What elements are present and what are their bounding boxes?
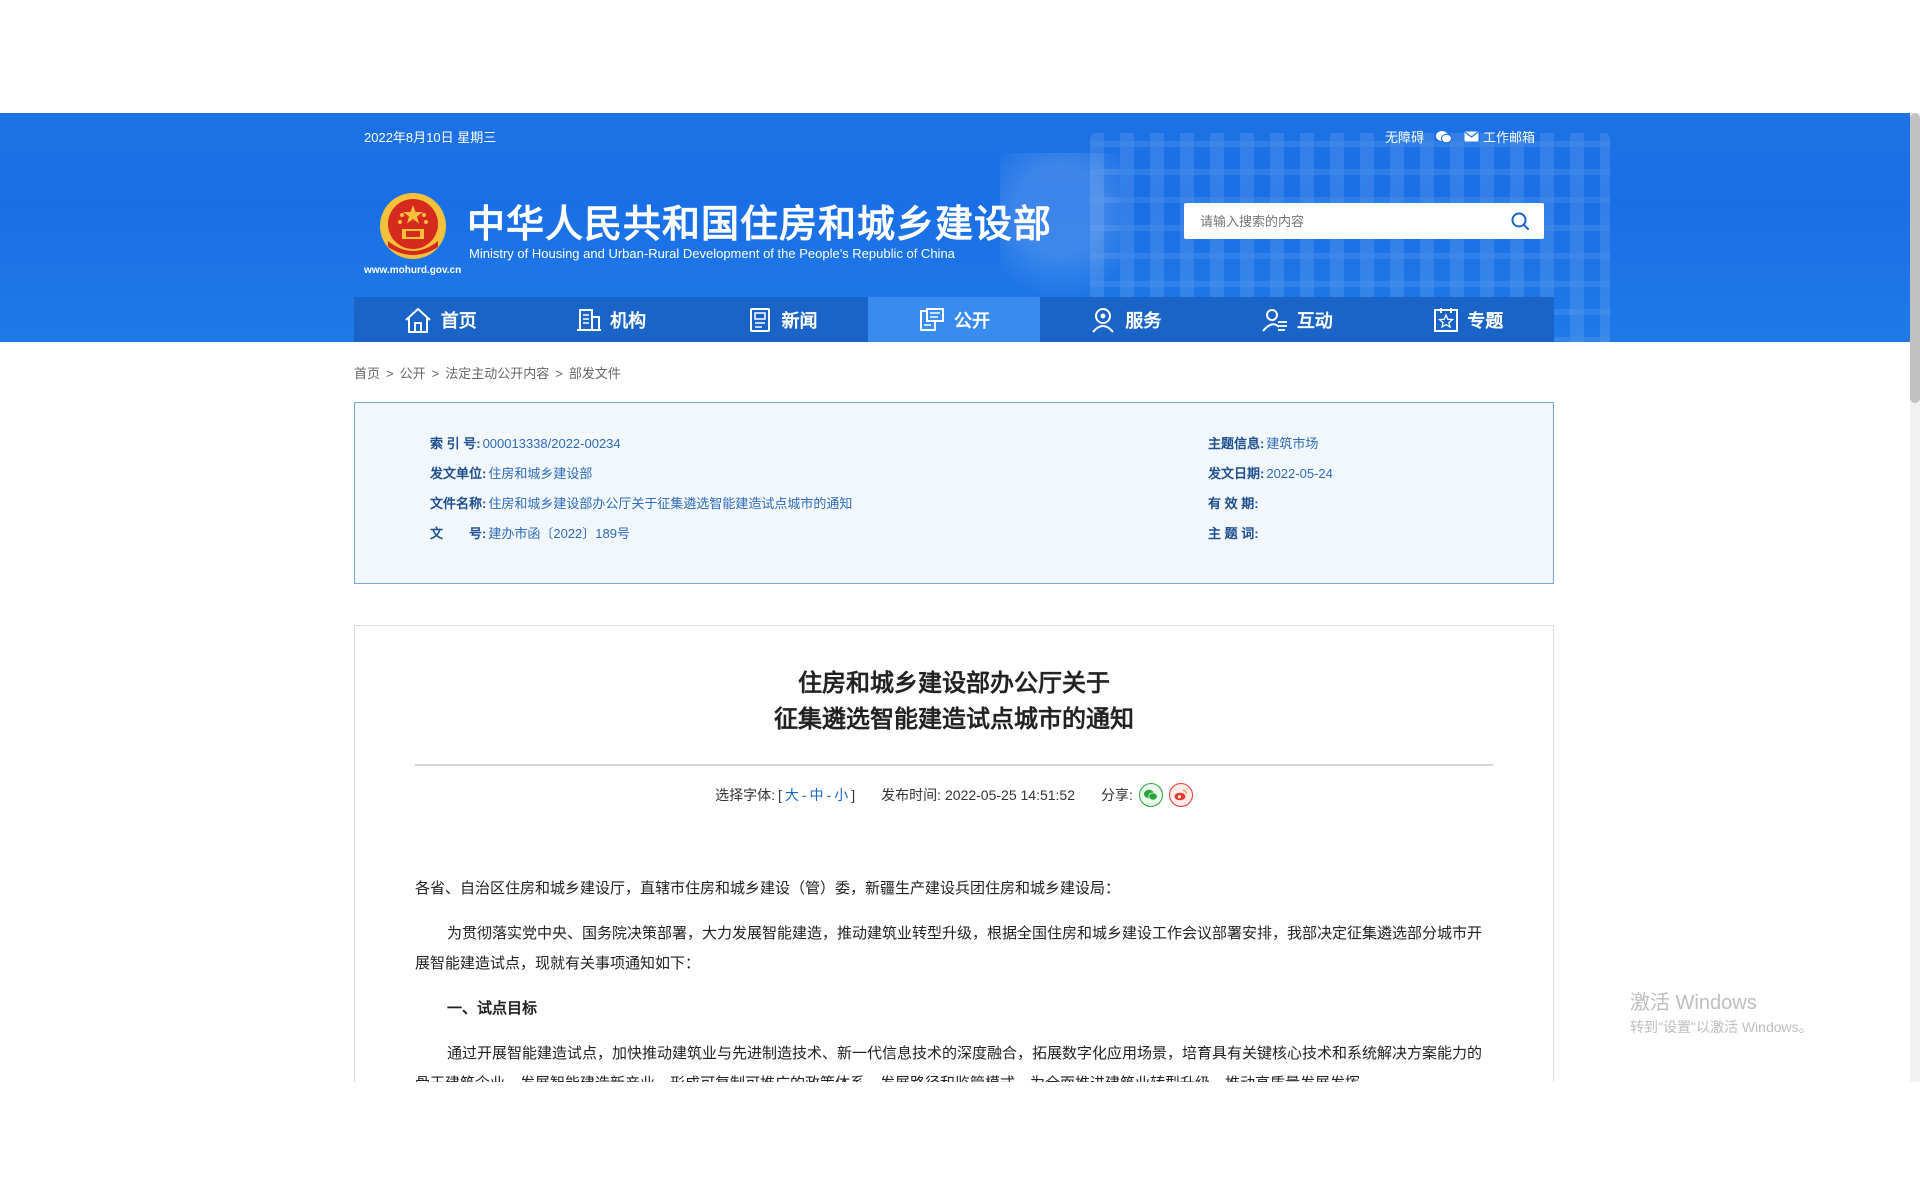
article-paragraph: 各省、自治区住房和城乡建设厅，直辖市住房和城乡建设（管）委，新疆生产建设兵团住房… <box>415 880 1121 897</box>
document-info-box: 索 引 号: 000013338/2022-00234 发文单位: 住房和城乡建设部… <box>354 402 1554 584</box>
wechat-share-icon[interactable] <box>1138 783 1163 807</box>
info-issue-date: 发文日期: 2022-05-24 <box>1208 466 1333 481</box>
disclosure-icon <box>918 307 946 333</box>
current-date: 2022年8月10日 星期三 <box>364 130 497 145</box>
nav-item-home[interactable]: 首页 <box>354 297 525 342</box>
weibo-share-icon[interactable] <box>1168 783 1193 807</box>
info-topic: 主题信息: 建筑市场 <box>1208 436 1319 451</box>
site-subtitle: Ministry of Housing and Urban-Rural Deve… <box>469 246 955 261</box>
info-doc-name: 文件名称: 住房和城乡建设部办公厅关于征集遴选智能建造试点城市的通知 <box>430 496 853 511</box>
accessibility-link[interactable]: 无障碍 <box>1385 127 1424 146</box>
site-header: 2022年8月10日 星期三 无障碍 工作邮箱 www.mohurd.gov.c… <box>0 113 1910 342</box>
article-title-line2: 征集遴选智能建造试点城市的通知 <box>774 706 1134 733</box>
font-select-label: 选择字体: <box>715 787 775 803</box>
info-validity: 有 效 期: <box>1208 496 1259 511</box>
breadcrumb: 首页 > 公开 > 法定主动公开内容 > 部发文件 <box>354 363 621 382</box>
article-paragraph: 为贯彻落实党中央、国务院决策部署，大力发展智能建造，推动建筑业转型升级，根据全国… <box>415 925 1483 972</box>
breadcrumb-separator: > <box>386 366 394 381</box>
article-body: 各省、自治区住房和城乡建设厅，直辖市住房和城乡建设（管）委，新疆生产建设兵团住房… <box>415 874 1493 1082</box>
nav-item-news[interactable]: 新闻 <box>697 297 868 342</box>
site-title[interactable]: 中华人民共和国住房和城乡建设部 <box>467 193 1052 248</box>
publish-time-label: 发布时间: <box>881 787 941 803</box>
info-issuer: 发文单位: 住房和城乡建设部 <box>430 466 593 481</box>
search-input[interactable] <box>1184 203 1500 239</box>
browser-viewport: 2022年8月10日 星期三 无障碍 工作邮箱 www.mohurd.gov.c… <box>0 113 1910 1082</box>
work-mail-label: 工作邮箱 <box>1483 130 1536 145</box>
nav-item-label: 新闻 <box>781 310 818 331</box>
title-divider <box>415 764 1493 766</box>
article-meta: 选择字体: [ 大 - 中 - 小 ] 发布时间: 2022-05-25 14:… <box>355 783 1553 807</box>
nav-item-service[interactable]: 服务 <box>1040 297 1211 342</box>
breadcrumb-statutory[interactable]: 法定主动公开内容 <box>445 366 549 381</box>
nav-item-interaction[interactable]: 互动 <box>1211 297 1382 342</box>
search-icon[interactable] <box>1510 211 1530 231</box>
article-paragraph: 通过开展智能建造试点，加快推动建筑业与先进制造技术、新一代信息技术的深度融合，拓… <box>415 1045 1483 1082</box>
article-title: 住房和城乡建设部办公厅关于 征集遴选智能建造试点城市的通知 <box>355 666 1553 738</box>
breadcrumb-ministry-docs[interactable]: 部发文件 <box>569 366 621 381</box>
nav-item-topic[interactable]: 专题 <box>1383 297 1554 342</box>
nav-item-organization[interactable]: 机构 <box>525 297 696 342</box>
breadcrumb-separator: > <box>431 366 440 381</box>
article: 住房和城乡建设部办公厅关于 征集遴选智能建造试点城市的通知 选择字体: [ 大 … <box>354 625 1554 1082</box>
font-large-button[interactable]: 大 <box>785 785 799 805</box>
nav-item-label: 互动 <box>1296 310 1333 331</box>
top-links: 无障碍 工作邮箱 <box>1385 127 1535 146</box>
interaction-icon <box>1261 307 1289 333</box>
font-small-button[interactable]: 小 <box>834 785 848 805</box>
font-medium-button[interactable]: 中 <box>810 785 824 805</box>
nav-item-label: 首页 <box>440 310 477 331</box>
home-icon <box>403 306 433 334</box>
font-bracket-open: [ <box>777 787 782 803</box>
building-icon <box>576 308 602 332</box>
main-nav: 首页 机构 新闻 公开 服务 互动 专题 <box>354 297 1554 342</box>
topic-icon <box>1433 307 1459 333</box>
site-url: www.mohurd.gov.cn <box>364 265 462 276</box>
news-icon <box>748 307 774 333</box>
article-title-line1: 住房和城乡建设部办公厅关于 <box>798 670 1110 697</box>
font-separator: - <box>801 787 807 803</box>
nav-item-label: 服务 <box>1125 310 1162 331</box>
scrollbar-thumb[interactable] <box>1910 113 1920 403</box>
breadcrumb-separator: > <box>555 366 563 381</box>
font-separator: - <box>826 787 832 803</box>
publish-time-value: 2022-05-25 14:51:52 <box>945 787 1075 803</box>
article-section-heading: 一、试点目标 <box>447 1000 538 1017</box>
share-label: 分享: <box>1101 787 1133 803</box>
national-emblem-icon <box>378 191 448 261</box>
breadcrumb-disclosure[interactable]: 公开 <box>400 366 426 381</box>
breadcrumb-home[interactable]: 首页 <box>354 366 380 381</box>
nav-item-label: 机构 <box>610 310 647 331</box>
font-bracket-close: ] <box>851 787 856 803</box>
info-doc-number: 文 号: 建办市函〔2022〕189号 <box>430 526 630 541</box>
nav-item-label: 公开 <box>953 310 990 331</box>
wechat-icon[interactable] <box>1436 130 1453 144</box>
windows-activation-watermark: 激活 Windows 转到"设置"以激活 Windows。 <box>1630 992 1813 1035</box>
service-icon <box>1089 306 1117 334</box>
info-index: 索 引 号: 000013338/2022-00234 <box>430 436 621 451</box>
nav-item-disclosure[interactable]: 公开 <box>868 297 1040 342</box>
info-keywords: 主 题 词: <box>1208 526 1259 541</box>
search-box <box>1184 203 1544 239</box>
work-mail-link[interactable]: 工作邮箱 <box>1464 127 1535 146</box>
mail-icon <box>1464 131 1479 142</box>
nav-item-label: 专题 <box>1467 310 1504 331</box>
